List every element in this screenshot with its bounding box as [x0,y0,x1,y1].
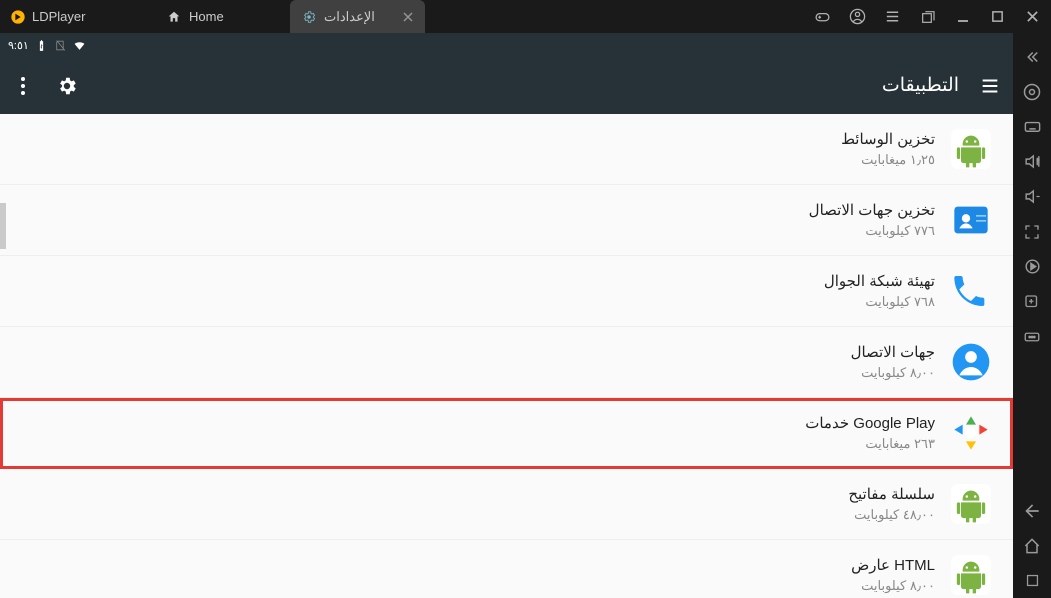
gear-icon [302,10,316,24]
app-size: ٨٫٠٠ كيلوبايت [851,365,935,381]
app-name: تخزين جهات الاتصال [809,201,935,219]
app-name: تهيئة شبكة الجوال [824,272,935,290]
battery-icon [35,39,48,52]
fullscreen-icon[interactable] [1013,214,1051,249]
maximize-icon[interactable] [989,8,1006,25]
tab-settings[interactable]: الإعدادات [290,0,425,33]
sync-icon[interactable] [1013,249,1051,284]
playservices-icon [951,413,991,453]
app-size: ١٫٢٥ ميغابايت [841,152,935,168]
app-row[interactable]: خدمات Google Play ٢٦٣ ميغابايت [0,398,1013,469]
wifi-icon [73,39,86,52]
app-size: ٨٫٠٠ كيلوبايت [851,578,935,594]
android-icon [951,484,991,524]
app-row[interactable]: تهيئة شبكة الجوال ٧٦٨ كيلوبايت [0,256,1013,327]
app-row[interactable]: عارض HTML ٨٫٠٠ كيلوبايت [0,540,1013,598]
settings-gear-icon[interactable] [1013,74,1051,109]
app-name: عارض HTML [851,556,935,574]
add-instance-icon[interactable] [1013,284,1051,319]
android-statusbar: ٩:٥١ [0,33,1013,57]
volume-up-icon[interactable] [1013,144,1051,179]
page-title: التطبيقات [882,74,959,97]
multiwindow-icon[interactable] [919,8,936,25]
app-name: جهات الاتصال [851,343,935,361]
ld-logo-icon [10,9,26,25]
recents-icon[interactable] [1013,563,1051,598]
overflow-icon[interactable] [12,75,34,97]
nosim-icon [54,39,67,52]
app-name: خدمات Google Play [805,414,935,432]
drawer-icon[interactable] [979,75,1001,97]
user-icon[interactable] [849,8,866,25]
home-nav-icon[interactable] [1013,528,1051,563]
android-icon [951,555,991,595]
phone-icon [951,271,991,311]
app-row[interactable]: سلسلة مفاتيح ٤٨٫٠٠ كيلوبايت [0,469,1013,540]
collapse-icon[interactable] [1013,39,1051,74]
more-icon[interactable] [1013,319,1051,354]
app-row[interactable]: تخزين جهات الاتصال ٧٧٦ كيلوبايت [0,185,1013,256]
tab-settings-label: الإعدادات [324,9,375,25]
app-row[interactable]: جهات الاتصال ٨٫٠٠ كيلوبايت [0,327,1013,398]
app-size: ٧٦٨ كيلوبايت [824,294,935,310]
app-row[interactable]: تخزين الوسائط ١٫٢٥ ميغابايت [0,114,1013,185]
volume-down-icon[interactable] [1013,179,1051,214]
product-name: LDPlayer [32,9,85,24]
tab-home-label: Home [189,9,224,24]
contact-card-icon [951,200,991,240]
back-icon[interactable] [1013,493,1051,528]
close-tab-icon[interactable] [403,12,413,22]
app-size: ٢٦٣ ميغابايت [805,436,935,452]
app-size: ٧٧٦ كيلوبايت [809,223,935,239]
scrollbar-thumb[interactable] [0,203,6,249]
home-icon [167,10,181,24]
emulator-sidebar [1013,33,1051,598]
settings-icon[interactable] [56,75,78,97]
tab-home[interactable]: Home [155,0,290,33]
gamepad-icon[interactable] [814,8,831,25]
app-size: ٤٨٫٠٠ كيلوبايت [848,507,935,523]
app-name: سلسلة مفاتيح [848,485,935,503]
keyboard-icon[interactable] [1013,109,1051,144]
close-icon[interactable] [1024,8,1041,25]
menu-icon[interactable] [884,8,901,25]
apps-list: تخزين الوسائط ١٫٢٥ ميغابايت تخزين جهات الا… [0,114,1013,598]
status-time: ٩:٥١ [8,39,29,52]
app-name: تخزين الوسائط [841,130,935,148]
minimize-icon[interactable] [954,8,971,25]
contact-icon [951,342,991,382]
android-icon [951,129,991,169]
